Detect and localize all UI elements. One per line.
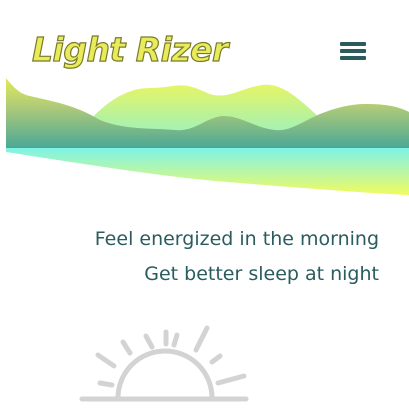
tagline-morning: Feel energized in the morning (94, 228, 379, 250)
hamburger-menu-icon[interactable] (340, 42, 368, 62)
menu-line (340, 42, 366, 46)
sunrise-icon (79, 325, 249, 402)
mountains-lake-illustration (6, 78, 409, 195)
tagline-night: Get better sleep at night (144, 263, 379, 285)
menu-line (340, 56, 366, 60)
brand-logo[interactable]: Light Rizer (31, 29, 229, 69)
lake (6, 148, 409, 195)
menu-line (340, 49, 366, 53)
